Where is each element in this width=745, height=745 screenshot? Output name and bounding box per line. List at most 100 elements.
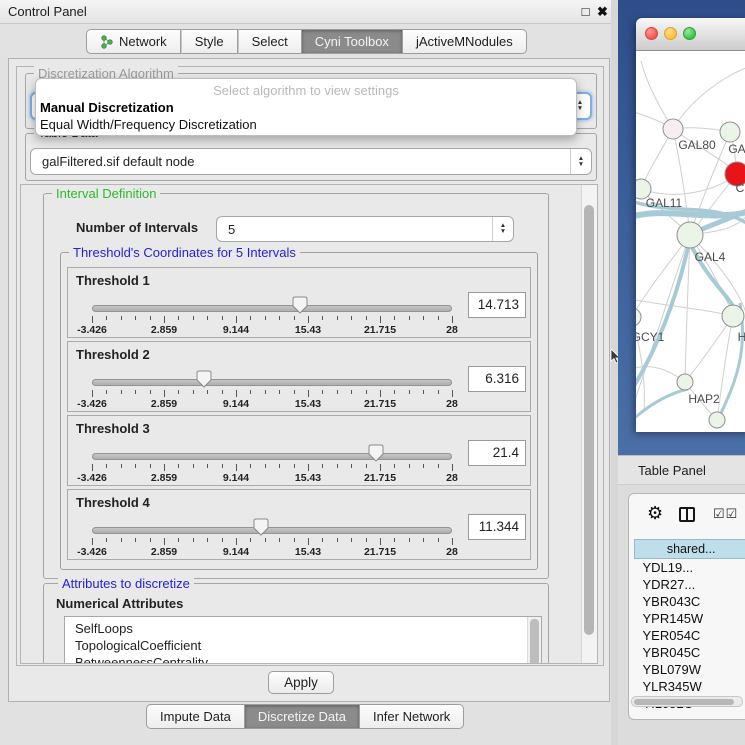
- table-row[interactable]: YBL079WYBL0: [635, 661, 745, 678]
- scrollbar-thumb[interactable]: [634, 699, 734, 705]
- scrollbar-thumb[interactable]: [584, 205, 594, 635]
- table-row[interactable]: YER054CYER0: [635, 627, 745, 644]
- table-cell[interactable]: YBR043C: [635, 593, 745, 610]
- threshold-label: Threshold 4: [76, 495, 150, 510]
- table-row[interactable]: YDL19...YDL1: [635, 559, 745, 576]
- threshold-slider[interactable]: [92, 379, 452, 386]
- scrollbar-thumb[interactable]: [530, 619, 539, 664]
- network-node-GAL4[interactable]: [677, 222, 703, 248]
- threshold-slider[interactable]: [92, 305, 452, 312]
- zoom-traffic-light-icon[interactable]: [683, 27, 696, 40]
- split-view-icon[interactable]: [679, 507, 695, 522]
- threshold-value-field[interactable]: 21.4: [468, 440, 526, 466]
- network-node-HAP2[interactable]: [677, 374, 693, 390]
- number-of-intervals-value: 5: [228, 217, 235, 242]
- threshold-slider[interactable]: [92, 527, 452, 534]
- list-item[interactable]: TopologicalCoefficient: [65, 637, 541, 654]
- algorithm-popup-hint: Select algorithm to view settings: [36, 83, 576, 98]
- table-row[interactable]: YBR043CYBR0: [635, 593, 745, 610]
- threshold-slider[interactable]: [92, 453, 452, 460]
- tab-discretize-data[interactable]: Discretize Data: [245, 704, 360, 729]
- tab-style[interactable]: Style: [181, 29, 238, 54]
- numerical-attributes-list[interactable]: SelfLoopsTopologicalCoefficientBetweenne…: [64, 616, 542, 664]
- network-window-titlebar[interactable]: [636, 18, 745, 51]
- control-panel-titlebar: Control Panel □ ✖: [0, 0, 618, 24]
- network-node-label: HAP2: [688, 392, 720, 406]
- network-view-window: GAL80GACGAL11GAL4GCY1HHAP2: [636, 18, 745, 432]
- control-panel-title: Control Panel: [8, 0, 87, 24]
- slider-handle[interactable]: [292, 296, 308, 314]
- table-cell[interactable]: YLR345W: [635, 678, 745, 695]
- table-cell[interactable]: YDL19...: [635, 559, 745, 576]
- threshold-value-field[interactable]: 14.713: [468, 292, 526, 318]
- interval-definition-label: Interval Definition: [52, 186, 160, 201]
- close-icon[interactable]: ✖: [594, 3, 611, 21]
- slider-handle[interactable]: [368, 444, 384, 462]
- slider-handle[interactable]: [196, 370, 212, 388]
- table-panel-title: Table Panel: [638, 456, 706, 485]
- table-row[interactable]: YBR045CYBR0: [635, 644, 745, 661]
- threshold-value-field[interactable]: 11.344: [468, 514, 526, 540]
- network-node-bottom-partial[interactable]: [709, 412, 725, 428]
- network-node-label: GAL4: [695, 250, 726, 264]
- network-node-top-right[interactable]: [720, 122, 740, 142]
- table-cell[interactable]: YBR045C: [635, 644, 745, 661]
- menu-item-equal-width-frequency[interactable]: Equal Width/Frequency Discretization: [40, 117, 257, 132]
- table-data-value: galFiltered.sif default node: [42, 149, 194, 174]
- table-row[interactable]: YDR27...YDR2: [635, 576, 745, 593]
- algorithm-popup: Select algorithm to view settings Manual…: [35, 78, 577, 136]
- table-cell[interactable]: YDR27...: [635, 576, 745, 593]
- list-item[interactable]: SelfLoops: [65, 620, 541, 637]
- tab-jactivemnodules[interactable]: jActiveMNodules: [403, 29, 527, 54]
- attributes-list-scrollbar[interactable]: [527, 617, 541, 664]
- threshold-value-field[interactable]: 6.316: [468, 366, 526, 392]
- minimize-traffic-light-icon[interactable]: [664, 27, 677, 40]
- tab-infer-network[interactable]: Infer Network: [360, 704, 464, 729]
- table-row[interactable]: YPR145WYPR1: [635, 610, 745, 627]
- tab-label: Impute Data: [160, 709, 231, 724]
- apply-button[interactable]: Apply: [268, 671, 334, 694]
- network-canvas[interactable]: GAL80GACGAL11GAL4GCY1HHAP2: [636, 51, 745, 432]
- spinner-icon: ▲▼: [570, 149, 591, 174]
- tab-select[interactable]: Select: [238, 29, 302, 54]
- gear-icon[interactable]: ⚙: [647, 503, 663, 524]
- attributes-group-label: Attributes to discretize: [58, 576, 194, 591]
- network-node-GAL80[interactable]: [663, 119, 683, 139]
- number-of-intervals-label: Number of Intervals: [76, 220, 198, 235]
- table-cell[interactable]: YPR145W: [635, 610, 745, 627]
- thresholds-group: Threshold's Coordinates for 5 Intervals …: [60, 252, 538, 570]
- threshold-4-panel: Threshold 4 -3.4262.8599.14415.4321.7152…: [67, 489, 531, 560]
- tab-network[interactable]: Network: [86, 29, 181, 54]
- tab-cyni-toolbox[interactable]: Cyni Toolbox: [302, 29, 403, 54]
- network-node-label: GA: [728, 142, 745, 156]
- float-icon[interactable]: □: [577, 3, 594, 21]
- list-item[interactable]: BetweennessCentrality: [65, 654, 541, 664]
- settings-scroll-viewport: Interval Definition Number of Intervals …: [20, 184, 598, 664]
- threshold-label: Threshold 1: [76, 273, 150, 288]
- network-node-H[interactable]: [722, 305, 744, 327]
- table-row[interactable]: YLR345WYLR3: [635, 678, 745, 695]
- node-table[interactable]: shared... na YDL19...YDL1YDR27...YDR2YBR…: [634, 539, 745, 712]
- tab-impute-data[interactable]: Impute Data: [146, 704, 245, 729]
- settings-vertical-scrollbar[interactable]: [581, 185, 597, 663]
- column-header-shared[interactable]: shared...: [635, 540, 745, 559]
- panel-divider[interactable]: [611, 0, 618, 745]
- network-node-label: GAL11: [646, 196, 683, 210]
- table-cell[interactable]: YER054C: [635, 627, 745, 644]
- table-cell[interactable]: YBL079W: [635, 661, 745, 678]
- menu-item-manual-discretization[interactable]: Manual Discretization: [40, 100, 174, 115]
- tab-label: Infer Network: [373, 709, 450, 724]
- network-node-GCY1[interactable]: [636, 308, 641, 326]
- bottom-tabs: Impute Data Discretize Data Infer Networ…: [146, 704, 464, 729]
- table-horizontal-scrollbar[interactable]: [631, 696, 743, 707]
- node-table-panel: ⚙ ☑☑ shared... na YDL19...YDL1YDR27...YD…: [628, 493, 745, 720]
- top-tabs: Network Style Select Cyni Toolbox jActiv…: [86, 29, 527, 54]
- table-panel-titlebar: Table Panel: [618, 455, 745, 485]
- threshold-3-panel: Threshold 3 -3.4262.8599.14415.4321.7152…: [67, 415, 531, 486]
- number-of-intervals-combobox[interactable]: 5 ▲▼: [216, 216, 514, 242]
- slider-handle[interactable]: [253, 518, 269, 536]
- close-traffic-light-icon[interactable]: [645, 27, 658, 40]
- table-data-combobox[interactable]: galFiltered.sif default node ▲▼: [30, 148, 592, 175]
- column-checkbox-icons[interactable]: ☑☑: [713, 506, 738, 522]
- tab-label: Select: [252, 34, 288, 49]
